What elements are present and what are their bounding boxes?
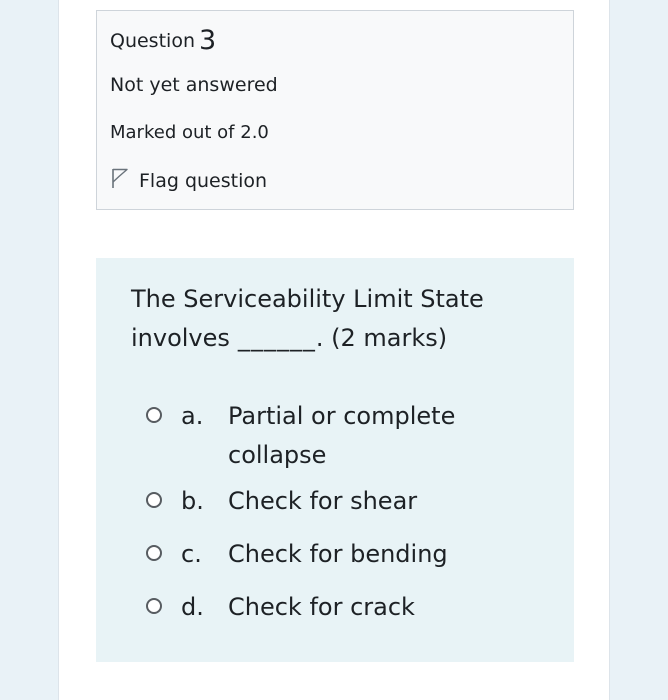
question-blank: ______ — [237, 324, 316, 352]
question-state: Not yet answered — [110, 74, 278, 96]
option-text: Check for shear — [228, 487, 418, 515]
flag-icon — [110, 167, 139, 194]
question-text: The Serviceability Limit State involves _… — [131, 280, 551, 358]
option-text: Partial or complete collapse — [228, 402, 456, 469]
option-letter: c. — [181, 540, 202, 568]
option-letter: b. — [181, 487, 204, 515]
radio-button-d[interactable] — [146, 598, 162, 614]
quiz-page: Question 3 Not yet answered Marked out of… — [58, 0, 610, 700]
question-number-value: 3 — [198, 25, 217, 56]
question-text-suffix: . (2 marks) — [315, 324, 448, 352]
flag-question-label: Flag question — [139, 169, 268, 192]
radio-button-c[interactable] — [146, 545, 162, 561]
question-content: The Serviceability Limit State involves _… — [96, 258, 574, 662]
question-info-panel: Question 3 Not yet answered Marked out of… — [96, 10, 574, 210]
option-letter: d. — [181, 593, 204, 621]
question-number: Question 3 — [110, 27, 216, 55]
question-grade: Marked out of 2.0 — [110, 122, 269, 143]
flag-question-link[interactable]: Flag question — [110, 167, 267, 194]
option-text: Check for crack — [228, 593, 415, 621]
radio-button-b[interactable] — [146, 492, 162, 508]
option-text: Check for bending — [228, 540, 448, 568]
option-letter: a. — [181, 402, 204, 430]
radio-button-a[interactable] — [146, 407, 162, 423]
question-label: Question — [110, 30, 195, 52]
